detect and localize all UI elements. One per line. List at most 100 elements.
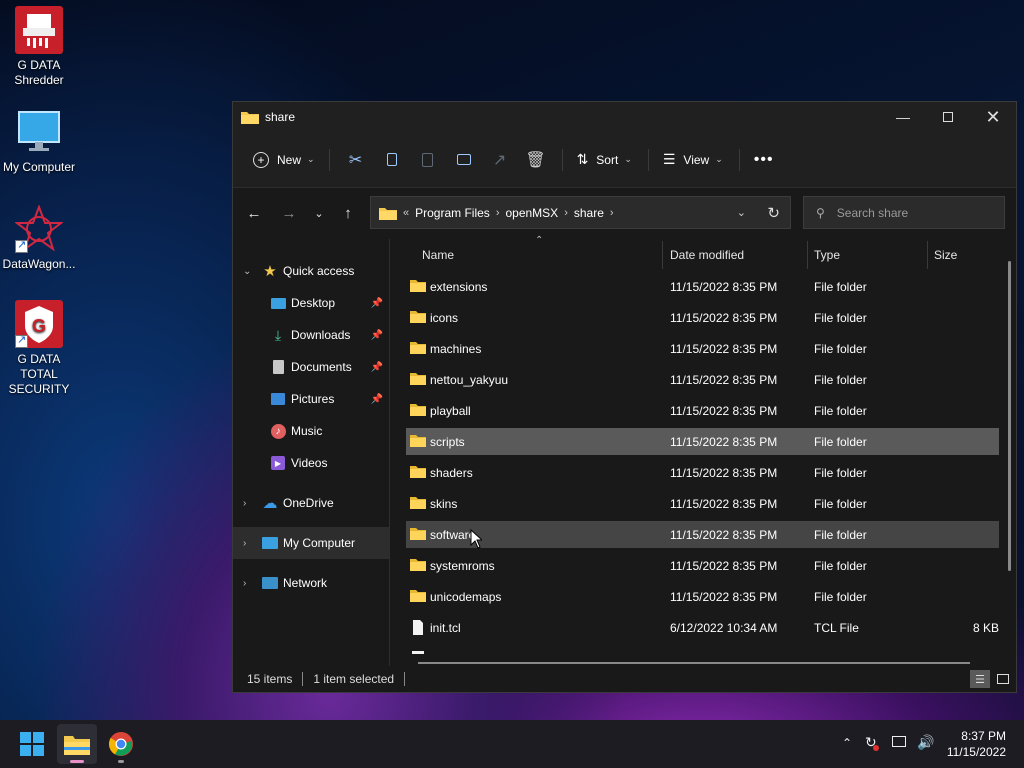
chevron-right-icon: ›: [243, 577, 247, 589]
up-button[interactable]: ↑: [334, 200, 362, 226]
address-bar[interactable]: « Program Files › openMSX › share › ⌄ ↻: [370, 196, 791, 229]
chevron-down-icon: ⌄: [715, 154, 723, 164]
plus-circle-icon: +: [253, 151, 269, 168]
file-row[interactable]: playball 11/15/2022 8:35 PM File folder: [406, 397, 999, 424]
file-type: File folder: [814, 590, 867, 604]
nav-music[interactable]: ♪ Music: [233, 415, 389, 447]
desktop-icon-my-computer[interactable]: My Computer: [0, 108, 78, 175]
network-status-icon[interactable]: [892, 734, 906, 750]
vertical-scrollbar[interactable]: [1008, 261, 1011, 571]
taskbar-chrome[interactable]: [101, 724, 141, 764]
file-row[interactable]: scripts 11/15/2022 8:35 PM File folder: [406, 428, 999, 455]
desktop-icon-gdata-shredder[interactable]: G DATA Shredder: [0, 6, 78, 88]
sort-button[interactable]: ⇅ Sort ⌄: [571, 144, 638, 176]
start-button[interactable]: [12, 724, 52, 764]
show-hidden-icons-button[interactable]: ⌃: [842, 736, 852, 750]
file-row[interactable]: nettou_yakyuu 11/15/2022 8:35 PM File fold…: [406, 366, 999, 393]
file-row[interactable]: software 11/15/2022 8:35 PM File folder: [406, 521, 999, 548]
file-type: File folder: [814, 280, 867, 294]
column-divider[interactable]: [662, 241, 663, 269]
nav-pictures[interactable]: Pictures 📌: [233, 383, 389, 415]
refresh-button[interactable]: ↻: [767, 204, 780, 222]
file-row[interactable]: extensions 11/15/2022 8:35 PM File folder: [406, 273, 999, 300]
recent-locations-button[interactable]: ⌄: [305, 200, 333, 226]
file-row[interactable]: icons 11/15/2022 8:35 PM File folder: [406, 304, 999, 331]
address-row: ← → ⌄ ↑ « Program Files › openMSX › shar…: [233, 188, 1016, 238]
back-button[interactable]: ←: [240, 200, 268, 226]
breadcrumb-program-files[interactable]: Program Files: [415, 206, 490, 220]
file-type: File folder: [814, 528, 867, 542]
copy-button[interactable]: [374, 144, 410, 176]
rename-button[interactable]: [446, 144, 482, 176]
forward-button[interactable]: →: [275, 200, 303, 226]
nav-documents[interactable]: Documents 📌: [233, 351, 389, 383]
file-explorer-icon: [64, 736, 90, 755]
maximize-button[interactable]: [925, 102, 971, 132]
file-name: nettou_yakyuu: [430, 373, 509, 387]
view-button[interactable]: ☰ View ⌄: [657, 144, 729, 176]
nav-label: Desktop: [291, 296, 336, 310]
sync-icon[interactable]: ↻: [865, 734, 879, 751]
minimize-button[interactable]: —: [880, 102, 926, 132]
chevron-right-icon[interactable]: ›: [564, 207, 568, 219]
file-row[interactable]: skins 11/15/2022 8:35 PM File folder: [406, 490, 999, 517]
file-name: skins: [430, 497, 458, 511]
nav-downloads[interactable]: ⤓ Downloads 📌: [233, 319, 389, 351]
column-divider[interactable]: [927, 241, 928, 269]
details-view-button[interactable]: ☰: [970, 670, 990, 688]
nav-my-computer[interactable]: › My Computer: [233, 527, 389, 559]
file-row[interactable]: systemroms 11/15/2022 8:35 PM File folder: [406, 552, 999, 579]
close-button[interactable]: ✕: [970, 102, 1016, 132]
nav-onedrive[interactable]: › ☁ OneDrive: [233, 487, 389, 519]
file-row[interactable]: init.tcl 6/12/2022 10:34 AM TCL File 8 KB: [406, 614, 999, 641]
breadcrumb-openmsx[interactable]: openMSX: [505, 206, 558, 220]
column-divider[interactable]: [807, 241, 808, 269]
taskbar-file-explorer[interactable]: [57, 724, 97, 764]
column-date-modified[interactable]: Date modified: [670, 248, 744, 262]
file-type: File folder: [814, 311, 867, 325]
share-button[interactable]: ↗: [482, 144, 518, 176]
nav-videos[interactable]: ▶ Videos: [233, 447, 389, 479]
folder-icon: [410, 404, 426, 416]
file-date: 11/15/2022 8:35 PM: [670, 497, 778, 511]
horizontal-scrollbar[interactable]: [418, 662, 970, 664]
svg-text:G: G: [32, 316, 46, 336]
cut-button[interactable]: ✂: [338, 144, 374, 176]
nav-quick-access[interactable]: ⌄ ★ Quick access: [233, 255, 389, 287]
toolbar-divider: [738, 148, 740, 171]
taskbar: ⌃ ↻ 🔊 8:37 PM 11/15/2022: [0, 720, 1024, 768]
toolbar-divider: [561, 148, 563, 171]
file-row[interactable]: shaders 11/15/2022 8:35 PM File folder: [406, 459, 999, 486]
toolbar-divider: [647, 148, 649, 171]
new-button[interactable]: + New ⌄: [247, 144, 321, 176]
title-bar[interactable]: share — ✕: [233, 102, 1016, 132]
clock[interactable]: 8:37 PM 11/15/2022: [947, 728, 1006, 760]
breadcrumb-share[interactable]: share: [574, 206, 604, 220]
paste-button[interactable]: [410, 144, 446, 176]
search-box[interactable]: ⚲ Search share: [803, 196, 1005, 229]
column-name[interactable]: Name: [422, 248, 454, 262]
status-divider: [404, 672, 406, 686]
file-name: icons: [430, 311, 459, 325]
column-type[interactable]: Type: [814, 248, 840, 262]
column-size[interactable]: Size: [934, 248, 957, 262]
datawagon-icon: [14, 204, 64, 253]
large-icons-view-button[interactable]: [994, 670, 1012, 688]
status-bar: 15 items 1 item selected ☰: [233, 666, 1016, 692]
desktop-icon-gdata-total-security[interactable]: G G DATA TOTAL SECURITY: [0, 300, 78, 397]
desktop-icon-datawagon[interactable]: DataWagon...: [0, 204, 78, 272]
file-row[interactable]: machines 11/15/2022 8:35 PM File folder: [406, 335, 999, 362]
nav-network[interactable]: › Network: [233, 567, 389, 599]
delete-button[interactable]: 🗑: [518, 144, 554, 176]
more-options-button[interactable]: •••: [748, 144, 780, 176]
download-icon: ⤓: [274, 326, 282, 343]
address-dropdown-button[interactable]: ⌄: [737, 206, 746, 219]
overflow-chevron-icon[interactable]: «: [403, 207, 409, 219]
chevron-down-icon: ⌄: [314, 207, 324, 220]
nav-desktop[interactable]: Desktop 📌: [233, 287, 389, 319]
chevron-right-icon[interactable]: ›: [496, 207, 500, 219]
volume-icon[interactable]: 🔊: [917, 734, 934, 751]
clipboard-icon: [422, 152, 434, 167]
file-row[interactable]: unicodemaps 11/15/2022 8:35 PM File folder: [406, 583, 999, 610]
chevron-right-icon[interactable]: ›: [610, 207, 614, 219]
